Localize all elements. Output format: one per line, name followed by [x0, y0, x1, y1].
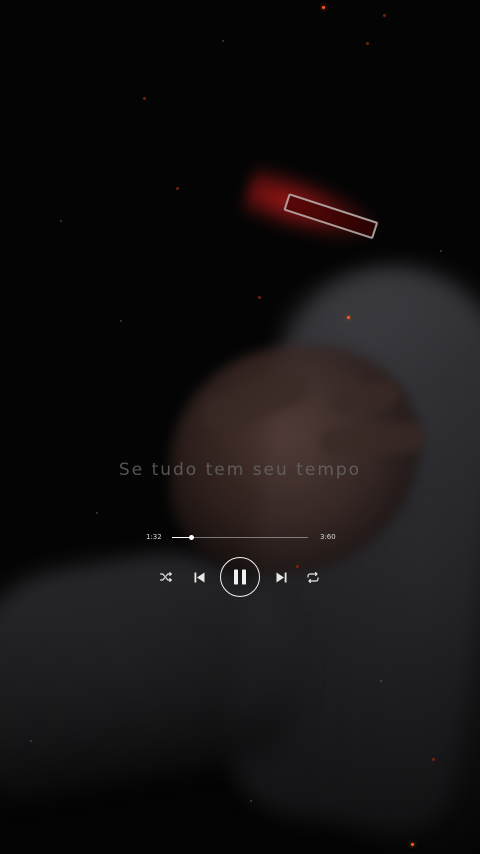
ember-spark	[432, 758, 435, 761]
repeat-button[interactable]	[305, 569, 321, 585]
dust-speck	[96, 512, 98, 514]
ember-spark	[322, 6, 325, 9]
dust-speck	[30, 740, 32, 742]
ember-spark	[143, 97, 146, 100]
progress-thumb[interactable]	[188, 535, 194, 540]
dust-speck	[250, 800, 252, 802]
pause-button-ring	[220, 557, 260, 597]
next-button[interactable]	[273, 569, 289, 585]
repeat-icon	[307, 571, 319, 583]
ember-spark	[258, 296, 261, 299]
ember-spark	[176, 187, 179, 190]
lyrics-line: Se tudo tem seu tempo	[118, 460, 362, 480]
pause-button[interactable]	[219, 556, 261, 598]
ember-spark	[366, 42, 369, 45]
pause-icon	[234, 569, 246, 585]
progress-bar[interactable]	[172, 535, 308, 540]
music-player: 1:32 3:60	[0, 528, 480, 608]
previous-button[interactable]	[191, 569, 207, 585]
dust-speck	[60, 220, 62, 222]
elapsed-time: 1:32	[146, 533, 162, 541]
dust-speck	[222, 40, 224, 42]
skip-previous-icon	[194, 572, 204, 582]
playback-controls	[0, 556, 480, 598]
total-time: 3:60	[320, 533, 336, 541]
dust-speck	[380, 680, 382, 682]
dust-speck	[120, 320, 122, 322]
background-photo	[0, 0, 480, 854]
dust-speck	[440, 250, 442, 252]
background-dashboard-light	[239, 159, 391, 261]
shuffle-button[interactable]	[158, 569, 174, 585]
shuffle-icon	[160, 572, 172, 582]
ember-spark	[383, 14, 386, 17]
skip-next-icon	[276, 572, 286, 582]
ember-spark	[347, 316, 350, 319]
ember-spark	[411, 843, 414, 846]
